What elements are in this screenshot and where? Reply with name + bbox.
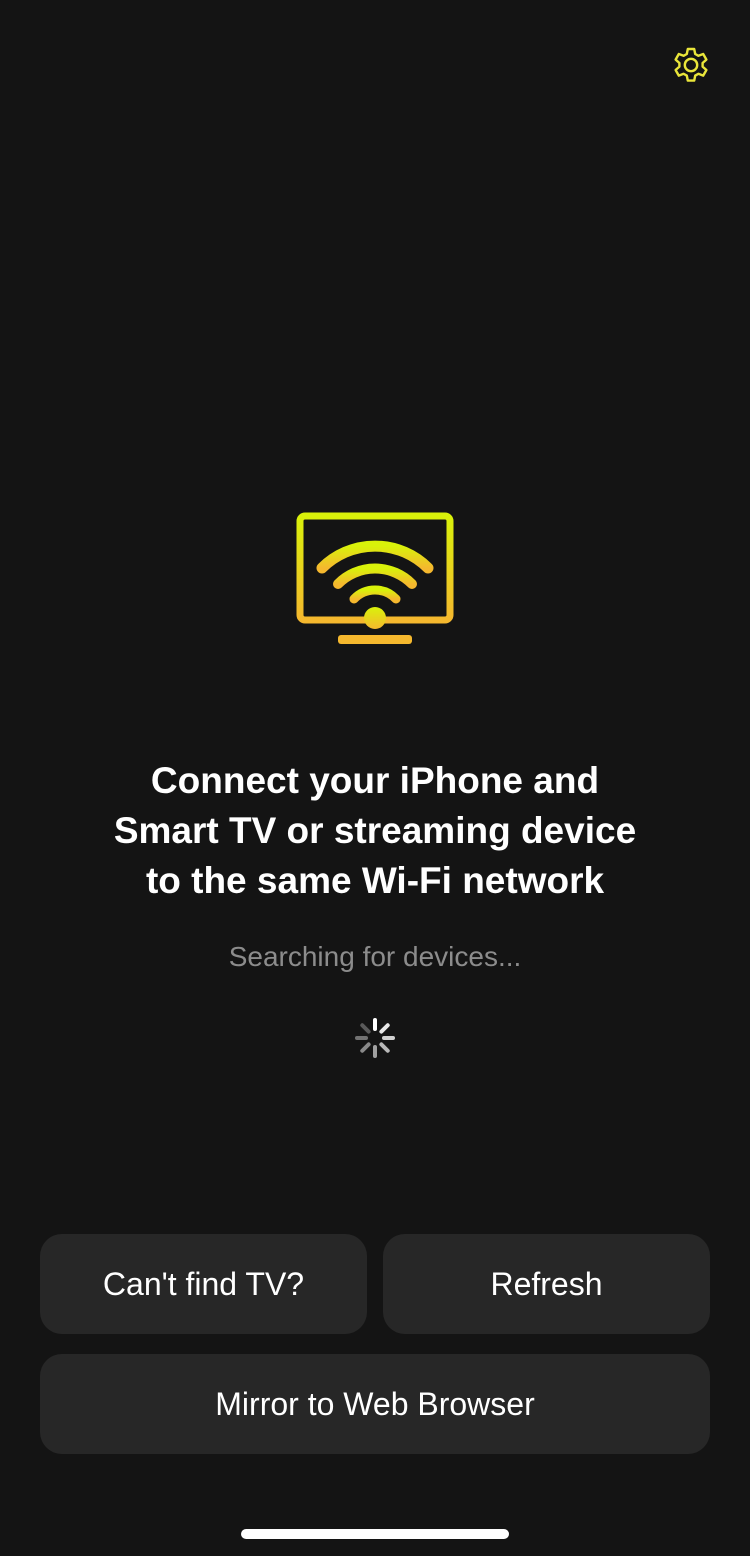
refresh-button[interactable]: Refresh — [383, 1234, 710, 1334]
refresh-label: Refresh — [490, 1265, 603, 1302]
cant-find-tv-label: Can't find TV? — [102, 1265, 305, 1302]
mirror-to-web-browser-button[interactable]: Mirror to Web Browser — [40, 1354, 710, 1454]
settings-button[interactable] — [664, 38, 718, 92]
mirror-to-web-browser-label: Mirror to Web Browser — [215, 1385, 535, 1422]
home-indicator[interactable] — [241, 1529, 509, 1539]
headline-line-1: Connect your iPhone and — [150, 760, 600, 801]
searching-status: Searching for devices... — [228, 941, 522, 972]
gear-icon — [674, 47, 708, 82]
headline-line-3: to the same Wi-Fi network — [145, 860, 605, 901]
tv-wifi-icon — [296, 512, 454, 644]
spinner-icon — [355, 1018, 395, 1058]
headline: Connect your iPhone and Smart TV or stre… — [40, 756, 710, 906]
headline-line-2: Smart TV or streaming device — [113, 810, 637, 851]
cant-find-tv-button[interactable]: Can't find TV? — [40, 1234, 367, 1334]
